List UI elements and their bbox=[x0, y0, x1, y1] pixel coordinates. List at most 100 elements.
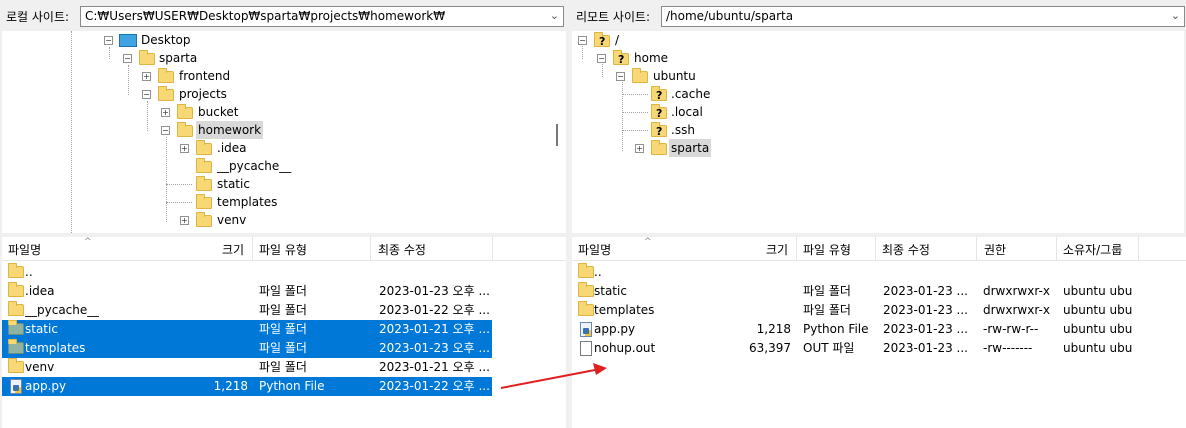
chevron-down-icon[interactable]: ⌄ bbox=[550, 9, 559, 22]
folder-icon bbox=[177, 104, 193, 119]
tree-item-cache[interactable]: ? .cache bbox=[572, 85, 1172, 103]
col-header-modified[interactable]: 최종 수정 bbox=[378, 241, 426, 258]
tree-label: home bbox=[634, 51, 669, 65]
file-name: static bbox=[25, 322, 58, 336]
col-header-owner[interactable]: 소유자/그룹 bbox=[1063, 241, 1122, 258]
tree-label: bucket bbox=[198, 105, 239, 119]
column-divider[interactable] bbox=[976, 237, 977, 261]
remote-file-list[interactable]: ^ 파일명 크기 파일 유형 최종 수정 권한 소유자/그룹 .. static… bbox=[572, 237, 1186, 428]
tree-item-ubuntu[interactable]: − ubuntu bbox=[572, 67, 1172, 85]
col-header-size[interactable]: 크기 bbox=[222, 241, 244, 258]
collapse-icon[interactable]: − bbox=[597, 54, 606, 63]
tree-item-sparta[interactable]: − sparta bbox=[2, 49, 542, 67]
annotation-arrow bbox=[500, 363, 607, 389]
local-file-list[interactable]: ^ 파일명 크기 파일 유형 최종 수정 .. .idea 파일 폴더 2023… bbox=[2, 237, 566, 428]
local-tree-scrollbar[interactable] bbox=[549, 31, 566, 233]
column-divider[interactable] bbox=[796, 237, 797, 261]
collapse-icon[interactable]: − bbox=[616, 72, 625, 81]
tree-item-root[interactable]: − ? / bbox=[572, 31, 1172, 49]
tree-item-local[interactable]: ? .local bbox=[572, 103, 1172, 121]
tree-item-templates[interactable]: templates bbox=[2, 193, 542, 211]
column-divider[interactable] bbox=[1056, 237, 1057, 261]
remote-list-header: ^ 파일명 크기 파일 유형 최종 수정 권한 소유자/그룹 bbox=[572, 237, 1186, 261]
list-item[interactable]: venv 파일 폴더 2023-01-21 오후 ... bbox=[2, 358, 492, 377]
collapse-icon[interactable]: − bbox=[142, 90, 151, 99]
tree-item-pycache[interactable]: __pycache__ bbox=[2, 157, 542, 175]
tree-item-static[interactable]: static bbox=[2, 175, 542, 193]
file-name: .. bbox=[25, 265, 33, 279]
collapse-icon[interactable]: − bbox=[161, 126, 170, 135]
file-type: 파일 폴더 bbox=[259, 360, 307, 374]
file-modified: 2023-01-23 ... bbox=[883, 303, 968, 317]
file-name: templates bbox=[25, 341, 86, 355]
tree-item-bucket[interactable]: + bucket bbox=[2, 103, 542, 121]
file-name: .. bbox=[594, 265, 602, 279]
tree-item-home[interactable]: − ? home bbox=[572, 49, 1172, 67]
tree-label: Desktop bbox=[141, 33, 191, 47]
tree-item-homework[interactable]: − homework bbox=[2, 121, 542, 139]
arrow-head-icon bbox=[593, 363, 607, 375]
folder-icon bbox=[8, 263, 24, 278]
column-divider[interactable] bbox=[875, 237, 876, 261]
tree-item-desktop[interactable]: − Desktop bbox=[2, 31, 542, 49]
folder-icon bbox=[8, 301, 24, 316]
tree-item-ssh[interactable]: ? .ssh bbox=[572, 121, 1172, 139]
local-path-input[interactable]: C:₩Users₩USER₩Desktop₩sparta₩projects₩ho… bbox=[80, 6, 564, 27]
tree-label: .ssh bbox=[671, 123, 695, 137]
expand-icon[interactable]: + bbox=[161, 108, 170, 117]
collapse-icon[interactable]: − bbox=[104, 36, 113, 45]
local-site-label: 로컬 사이트: bbox=[6, 10, 70, 24]
col-header-type[interactable]: 파일 유형 bbox=[259, 241, 307, 258]
tree-item-venv[interactable]: + venv bbox=[2, 211, 542, 229]
col-header-type[interactable]: 파일 유형 bbox=[803, 241, 851, 258]
folder-icon bbox=[158, 68, 174, 83]
folder-icon bbox=[578, 301, 594, 316]
file-permissions: drwxrwxr-x bbox=[983, 303, 1050, 317]
column-divider[interactable] bbox=[492, 237, 493, 261]
list-item[interactable]: app.py 1,218 Python File 2023-01-23 ... … bbox=[572, 320, 1138, 339]
expand-icon[interactable]: + bbox=[180, 144, 189, 153]
expand-icon[interactable]: + bbox=[142, 72, 151, 81]
file-owner: ubuntu ubu bbox=[1063, 341, 1133, 355]
tree-item-idea[interactable]: + .idea bbox=[2, 139, 542, 157]
remote-path-input[interactable]: /home/ubuntu/sparta ⌄ bbox=[661, 6, 1185, 27]
col-header-permissions[interactable]: 권한 bbox=[984, 241, 1006, 258]
list-item[interactable]: .. bbox=[2, 263, 492, 282]
col-header-modified[interactable]: 최종 수정 bbox=[882, 241, 930, 258]
tree-label: frontend bbox=[179, 69, 231, 83]
list-item[interactable]: templates 파일 폴더 2023-01-23 ... drwxrwxr-… bbox=[572, 301, 1138, 320]
col-header-filename[interactable]: 파일명 bbox=[578, 241, 611, 258]
list-item[interactable]: .. bbox=[572, 263, 1138, 282]
list-item[interactable]: .idea 파일 폴더 2023-01-23 오후 ... bbox=[2, 282, 492, 301]
folder-icon bbox=[578, 282, 594, 297]
list-item-selected[interactable]: static 파일 폴더 2023-01-21 오후 ... bbox=[2, 320, 492, 339]
file-type: 파일 폴더 bbox=[803, 303, 851, 317]
tree-label: templates bbox=[217, 195, 278, 209]
list-item-selected[interactable]: app.py 1,218 Python File 2023-01-22 오후 .… bbox=[2, 377, 492, 396]
collapse-icon[interactable]: − bbox=[578, 36, 587, 45]
list-item-selected[interactable]: templates 파일 폴더 2023-01-23 오후 ... bbox=[2, 339, 492, 358]
scroll-thumb[interactable] bbox=[556, 124, 558, 146]
collapse-icon[interactable]: − bbox=[123, 54, 132, 63]
tree-item-sparta[interactable]: + sparta bbox=[572, 139, 1172, 157]
local-tree-pane[interactable]: − Desktop − sparta + frontend − projects… bbox=[2, 31, 566, 233]
list-item[interactable]: static 파일 폴더 2023-01-23 ... drwxrwxr-x u… bbox=[572, 282, 1138, 301]
tree-item-frontend[interactable]: + frontend bbox=[2, 67, 542, 85]
python-file-icon bbox=[580, 322, 592, 337]
tree-label: static bbox=[217, 177, 250, 191]
list-item[interactable]: __pycache__ 파일 폴더 2023-01-22 오후 ... bbox=[2, 301, 492, 320]
tree-item-projects[interactable]: − projects bbox=[2, 85, 542, 103]
column-divider[interactable] bbox=[252, 237, 253, 261]
expand-icon[interactable]: + bbox=[180, 216, 189, 225]
remote-tree-pane[interactable]: − ? / − ? home − ubuntu ? .cache ? .loca… bbox=[572, 31, 1184, 233]
tree-label: .local bbox=[671, 105, 703, 119]
column-divider[interactable] bbox=[370, 237, 371, 261]
col-header-size[interactable]: 크기 bbox=[766, 241, 788, 258]
col-header-filename[interactable]: 파일명 bbox=[8, 241, 41, 258]
folder-icon bbox=[8, 358, 24, 373]
expand-icon[interactable]: + bbox=[635, 144, 644, 153]
local-list-header: ^ 파일명 크기 파일 유형 최종 수정 bbox=[2, 237, 566, 261]
list-item[interactable]: nohup.out 63,397 OUT 파일 2023-01-23 ... -… bbox=[572, 339, 1138, 358]
column-divider[interactable] bbox=[1138, 237, 1139, 261]
chevron-down-icon[interactable]: ⌄ bbox=[1171, 9, 1180, 22]
